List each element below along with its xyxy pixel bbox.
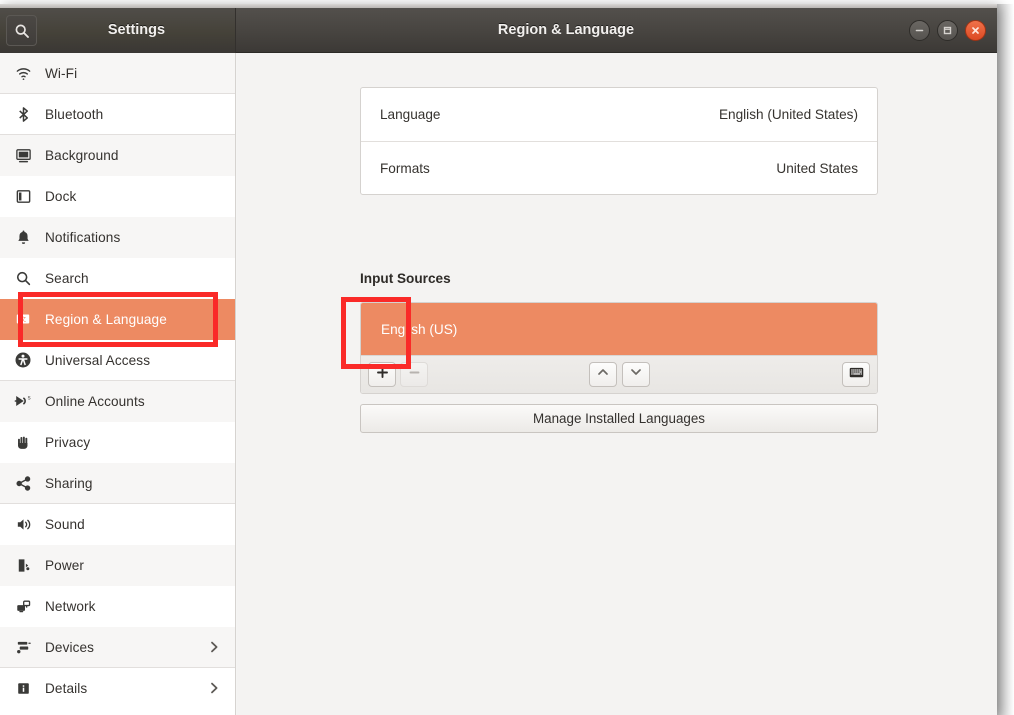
sidebar-item-label: Bluetooth [45,106,104,122]
settings-sidebar[interactable]: Wi-Fi Bluetooth Background Dock Notifica… [0,53,236,715]
sidebar-item-search[interactable]: Search [0,258,235,299]
sidebar-item-details[interactable]: Details [0,668,235,709]
search-icon [14,23,30,39]
keyboard-preview-button[interactable] [842,362,870,387]
sidebar-item-universal-access[interactable]: Universal Access [0,340,235,381]
background-icon [10,147,36,164]
sidebar-item-label: Region & Language [45,311,167,327]
sidebar-item-label: Details [45,680,88,696]
battery-icon [10,557,36,574]
sidebar-item-privacy[interactable]: Privacy [0,422,235,463]
sidebar-item-label: Notifications [45,229,121,245]
language-formats-card: Language English (United States) Formats… [360,87,878,195]
sidebar-item-sharing[interactable]: Sharing [0,463,235,504]
window-controls [909,20,986,41]
accessibility-icon [10,351,36,369]
move-input-source-up-button[interactable] [588,362,617,387]
language-label: Language [380,107,441,122]
sidebar-item-label: Network [45,598,96,614]
sidebar-item-label: Privacy [45,434,91,450]
main-content: Language English (United States) Formats… [237,53,997,715]
input-sources-list: English (US) [360,302,878,394]
share-icon [10,475,36,492]
input-sources-reorder-group [361,362,877,387]
chevron-up-icon [596,365,610,384]
input-sources-heading: Input Sources [360,271,451,286]
language-row[interactable]: Language English (United States) [361,88,877,141]
keyboard-icon [849,366,864,384]
speaker-icon [10,516,36,533]
maximize-button[interactable] [937,20,958,41]
input-sources-toolbar [361,355,877,393]
sidebar-item-network[interactable]: Network [0,586,235,627]
sidebar-item-label: Sharing [45,475,93,491]
info-icon [10,680,36,697]
sidebar-item-bluetooth[interactable]: Bluetooth [0,94,235,135]
sidebar-item-label: Power [45,557,85,573]
sidebar-item-wifi[interactable]: Wi-Fi [0,53,235,94]
sidebar-item-power[interactable]: Power [0,545,235,586]
dock-icon [10,188,36,205]
sidebar-item-region-language[interactable]: 文 Region & Language [0,299,235,340]
network-icon [10,598,36,615]
bluetooth-icon [10,106,36,123]
window-drop-shadow [997,4,1014,715]
region-language-icon: 文 [10,311,36,327]
devices-icon [10,639,36,656]
svg-text:文: 文 [20,315,27,323]
formats-label: Formats [380,160,430,176]
sidebar-item-notifications[interactable]: Notifications [0,217,235,258]
sidebar-item-label: Dock [45,188,77,204]
formats-row[interactable]: Formats United States [361,141,877,194]
screen: Settings Region & Language Wi-Fi Bluetoo… [0,0,1014,715]
hand-icon [10,434,36,451]
app-title: Settings [107,22,166,38]
sidebar-item-sound[interactable]: Sound [0,504,235,545]
chevron-down-icon [629,365,643,384]
sidebar-item-label: Background [45,147,119,163]
titlebar-sidebar-section: Settings [0,8,236,53]
search-button[interactable] [6,15,37,46]
chevron-right-icon [207,681,221,695]
input-sources-preview-group [842,362,870,387]
sidebar-item-dock[interactable]: Dock [0,176,235,217]
online-accounts-icon: s [10,392,36,410]
sidebar-item-background[interactable]: Background [0,135,235,176]
chevron-right-icon [207,640,221,654]
sidebar-item-devices[interactable]: Devices [0,627,235,668]
svg-text:s: s [28,396,31,402]
sidebar-item-online-accounts[interactable]: s Online Accounts [0,381,235,422]
sidebar-item-label: Online Accounts [45,393,145,409]
search-icon [10,270,36,287]
move-input-source-down-button[interactable] [621,362,650,387]
input-source-item-english-us[interactable]: English (US) [361,303,877,355]
language-value: English (United States) [718,107,858,122]
close-button[interactable] [965,20,986,41]
settings-window: Settings Region & Language Wi-Fi Bluetoo… [0,4,997,715]
formats-value: United States [776,160,858,176]
sidebar-item-label: Universal Access [45,352,151,368]
sidebar-item-label: Devices [45,639,95,655]
sidebar-item-label: Search [45,270,89,286]
sidebar-item-label: Wi-Fi [45,65,78,81]
wifi-icon [10,65,36,82]
minimize-button[interactable] [909,20,930,41]
input-source-label: English (US) [381,321,458,337]
bell-icon [10,229,36,246]
manage-installed-languages-button[interactable]: Manage Installed Languages [360,404,878,433]
titlebar: Settings Region & Language [0,8,997,53]
sidebar-item-label: Sound [45,516,85,532]
window-title: Region & Language [497,22,635,38]
